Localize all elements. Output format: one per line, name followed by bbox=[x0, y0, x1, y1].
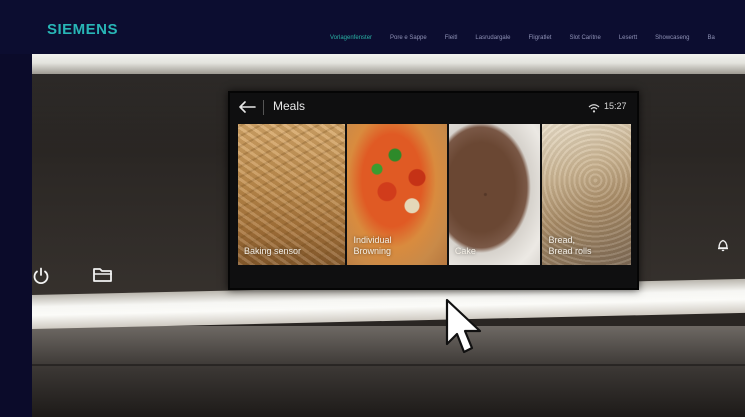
tile-label: Baking sensor bbox=[244, 246, 302, 256]
meal-tiles: Baking sensor Individual Browning Cake B… bbox=[238, 124, 631, 265]
nav-item[interactable]: Lasrudargale bbox=[475, 35, 510, 41]
bell-icon[interactable] bbox=[716, 238, 730, 252]
tile-cake[interactable]: Cake bbox=[448, 124, 541, 265]
page-root: SIEMENS Vorlagenfenster Pore e Sappe Fle… bbox=[0, 0, 745, 417]
oven-photo-scene: Meals 15:27 Baking sensor Individual Bro… bbox=[32, 54, 745, 417]
tile-label: Bread, Bread rolls bbox=[548, 235, 592, 256]
tile-label: Individual Browning bbox=[353, 235, 392, 256]
mouse-cursor-icon bbox=[445, 298, 482, 354]
top-light-strip bbox=[32, 54, 745, 74]
folder-icon[interactable] bbox=[92, 266, 114, 284]
oven-door bbox=[32, 326, 745, 417]
wifi-icon bbox=[588, 104, 600, 113]
clock-time: 15:27 bbox=[604, 101, 627, 111]
screen-title: Meals bbox=[273, 99, 306, 113]
tile-individual-browning[interactable]: Individual Browning bbox=[347, 124, 447, 265]
nav-item[interactable]: Vorlagenfenster bbox=[330, 35, 372, 41]
oven-touchscreen: Meals 15:27 Baking sensor Individual Bro… bbox=[228, 91, 639, 290]
nav-item[interactable]: Fligratlet bbox=[528, 35, 551, 41]
nav-item[interactable]: Ba bbox=[708, 35, 715, 41]
back-arrow-icon[interactable] bbox=[238, 101, 256, 113]
tile-baking-sensor[interactable]: Baking sensor bbox=[238, 124, 346, 265]
nav-item[interactable]: Lesertt bbox=[619, 35, 637, 41]
left-border bbox=[0, 54, 32, 417]
siemens-logo[interactable]: SIEMENS bbox=[47, 21, 118, 38]
power-icon[interactable] bbox=[32, 267, 50, 285]
nav-item[interactable]: Fleitl bbox=[445, 35, 458, 41]
tile-label: Cake bbox=[454, 246, 476, 256]
nav-item[interactable]: Showcaseng bbox=[655, 35, 689, 41]
tile-bread-rolls[interactable]: Bread, Bread rolls bbox=[542, 124, 631, 265]
top-header: SIEMENS Vorlagenfenster Pore e Sappe Fle… bbox=[0, 0, 745, 54]
top-nav: Vorlagenfenster Pore e Sappe Fleitl Lasr… bbox=[330, 35, 733, 41]
nav-item[interactable]: Pore e Sappe bbox=[390, 35, 427, 41]
header-divider bbox=[263, 100, 264, 115]
door-seam bbox=[32, 364, 745, 366]
screen-header: Meals 15:27 bbox=[230, 93, 637, 121]
nav-item[interactable]: Slot Caritne bbox=[569, 35, 600, 41]
